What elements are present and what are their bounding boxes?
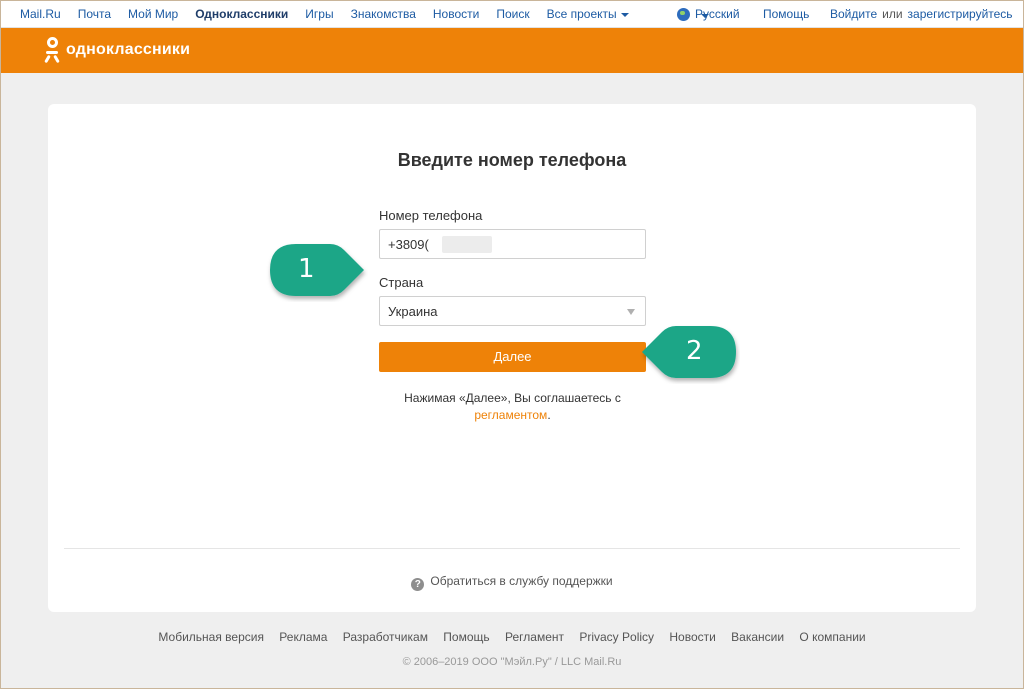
nav-dating[interactable]: Знакомства	[351, 7, 416, 21]
footer-jobs[interactable]: Вакансии	[731, 630, 784, 644]
footer-developers[interactable]: Разработчикам	[343, 630, 428, 644]
ok-logo[interactable]: одноклассники	[44, 37, 191, 64]
next-button[interactable]: Далее	[379, 342, 646, 372]
redacted-digits	[442, 236, 492, 253]
footer-privacy[interactable]: Privacy Policy	[579, 630, 654, 644]
question-icon: ?	[411, 578, 425, 591]
footer-about[interactable]: О компании	[799, 630, 865, 644]
or-text: или	[882, 7, 903, 21]
copyright: © 2006–2019 ООО "Мэйл.Ру" / LLC Mail.Ru	[402, 656, 622, 668]
footer-ads[interactable]: Реклама	[279, 630, 327, 644]
divider	[64, 548, 960, 549]
portal-topbar: Mail.Ru Почта Мой Мир Одноклассники Игры…	[0, 0, 1024, 28]
auth-links: Войдите или зарегистрируйтесь	[830, 7, 1013, 21]
nav-news[interactable]: Новости	[433, 7, 479, 21]
nav-search[interactable]: Поиск	[496, 7, 529, 21]
language-selector[interactable]: Русский	[677, 7, 740, 21]
footer-mobile[interactable]: Мобильная версия	[158, 630, 264, 644]
site-header: одноклассники	[0, 28, 1024, 73]
country-label: Страна	[379, 275, 424, 290]
footer-links: Мобильная версия Реклама Разработчикам П…	[0, 630, 1024, 644]
page-title: Введите номер телефона	[397, 150, 627, 170]
callout-1: 1	[266, 240, 368, 302]
country-value: Украина	[388, 304, 438, 319]
ok-logo-icon	[44, 37, 60, 64]
login-link[interactable]: Войдите	[830, 7, 877, 21]
dropdown-arrow-icon	[627, 309, 635, 315]
callout-2: 2	[640, 322, 740, 384]
nav-mailru[interactable]: Mail.Ru	[20, 7, 61, 21]
help-link[interactable]: Помощь	[763, 7, 809, 21]
register-link[interactable]: зарегистрируйтесь	[908, 7, 1013, 21]
nav-games[interactable]: Игры	[305, 7, 333, 21]
nav-all-projects-label: Все проекты	[546, 7, 617, 21]
callout-1-number: 1	[298, 254, 315, 284]
agreement-period: .	[547, 408, 551, 422]
phone-input[interactable]: +3809(	[379, 229, 646, 259]
nav-mail[interactable]: Почта	[78, 7, 111, 21]
globe-icon	[677, 7, 690, 21]
support-link[interactable]: ? Обратиться в службу поддержки	[48, 574, 976, 591]
nav-moy-mir[interactable]: Мой Мир	[128, 7, 178, 21]
footer-regulations[interactable]: Регламент	[505, 630, 564, 644]
callout-2-number: 2	[686, 336, 703, 366]
portal-nav: Mail.Ru Почта Мой Мир Одноклассники Игры…	[20, 7, 646, 21]
phone-value: +3809(	[388, 237, 429, 252]
agreement-text: Нажимая «Далее», Вы соглашаетесь с регла…	[379, 390, 646, 424]
regulations-link[interactable]: регламентом	[474, 408, 547, 422]
chevron-down-icon	[620, 12, 629, 17]
nav-all-projects[interactable]: Все проекты	[547, 7, 629, 21]
footer-help[interactable]: Помощь	[443, 630, 489, 644]
phone-entry-card: Введите номер телефона Номер телефона +3…	[48, 104, 976, 612]
country-select[interactable]: Украина	[379, 296, 646, 326]
footer-news[interactable]: Новости	[669, 630, 715, 644]
support-label: Обратиться в службу поддержки	[430, 574, 613, 588]
chevron-down-icon	[701, 14, 709, 18]
agreement-sentence: Нажимая «Далее», Вы соглашаетесь с	[404, 391, 621, 405]
nav-odnoklassniki[interactable]: Одноклассники	[195, 7, 288, 21]
logo-text: одноклассники	[66, 41, 191, 58]
phone-label: Номер телефона	[379, 208, 483, 223]
